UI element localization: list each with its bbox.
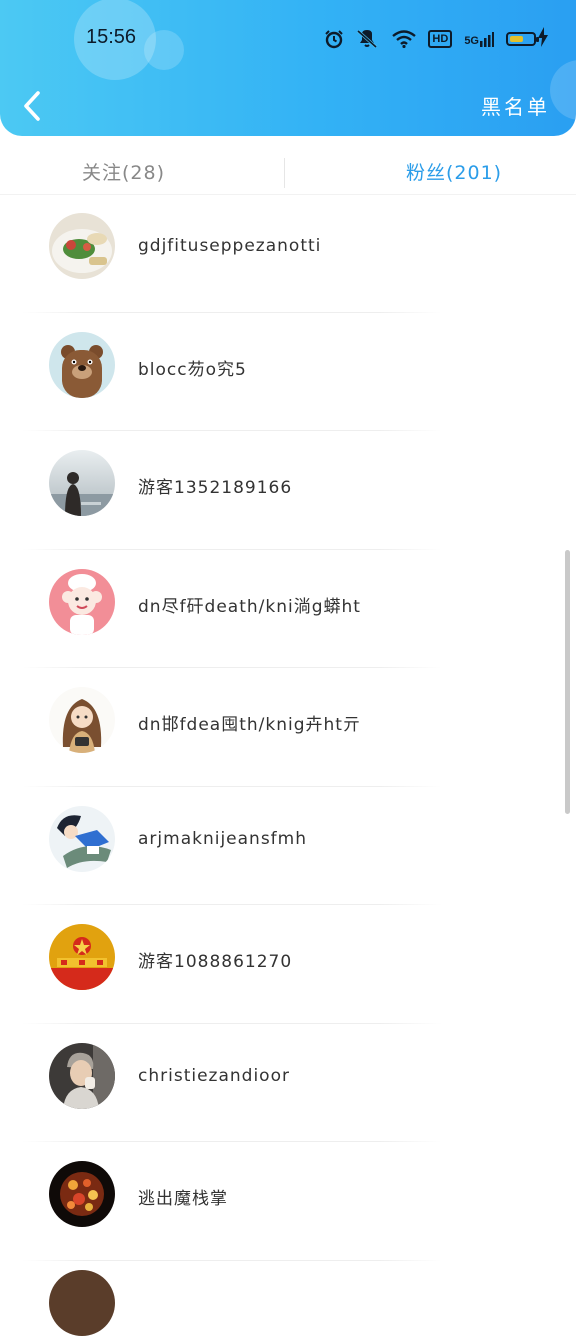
- status-time: 15:56: [86, 26, 137, 48]
- man-photo-avatar[interactable]: [49, 1042, 115, 1109]
- emblem-avatar[interactable]: [49, 924, 115, 990]
- fan-name: blocc芴o究5: [138, 359, 247, 380]
- follow-tabs: 关注(28) 粉丝(201): [0, 150, 576, 195]
- fans-list: gdjfituseppezanotti blocc芴o究5 游客13521891…: [0, 194, 576, 1261]
- fan-name: 游客1088861270: [138, 952, 293, 972]
- tab-following[interactable]: 关注(28): [82, 158, 165, 185]
- chevron-left-icon[interactable]: [18, 88, 48, 124]
- list-item[interactable]: 游客1352189166: [0, 431, 576, 550]
- blacklist-button[interactable]: 黑名单: [481, 91, 550, 120]
- status-icons: HD 5G: [324, 27, 539, 51]
- list-item[interactable]: blocc芴o究5: [0, 313, 576, 431]
- charging-icon: [538, 27, 548, 47]
- list-item[interactable]: christiezandioor: [0, 1024, 576, 1142]
- list-item[interactable]: gdjfituseppezanotti: [0, 194, 576, 313]
- food-plate-avatar[interactable]: [49, 213, 115, 279]
- bear-cartoon-avatar[interactable]: [49, 331, 115, 398]
- girl-silhouette-avatar[interactable]: [49, 450, 115, 516]
- list-item[interactable]: dn尽f矸death/kni淌g蟒ht: [0, 550, 576, 668]
- fan-name: 逃出魔栈掌: [138, 1189, 228, 1209]
- fan-name: 游客1352189166: [138, 478, 293, 498]
- alarm-icon: [325, 30, 344, 49]
- decor-bubble: [550, 60, 576, 120]
- signal-label: 5G: [464, 35, 479, 47]
- tab-divider: [284, 158, 285, 188]
- fan-name: arjmaknijeansfmh: [138, 828, 307, 849]
- hd-icon: HD: [428, 30, 453, 48]
- mute-icon: [357, 29, 378, 49]
- battery-fill: [510, 36, 523, 42]
- fan-name: christiezandioor: [138, 1065, 290, 1086]
- anime-boy-avatar[interactable]: [49, 805, 115, 872]
- list-item[interactable]: 游客1088861270: [0, 905, 576, 1024]
- signal-5g-icon: 5G: [464, 31, 494, 47]
- tab-fans[interactable]: 粉丝(201): [406, 158, 502, 185]
- wifi-icon: [392, 30, 417, 48]
- chef-cartoon-avatar[interactable]: [49, 568, 115, 635]
- signal-bars-icon: [480, 32, 494, 47]
- fan-name: dn邯fdea囤th/knig卉ht亓: [138, 715, 361, 735]
- list-item[interactable]: 逃出魔栈掌: [0, 1142, 576, 1261]
- app-header: 15:56 HD 5G 黑名单: [0, 0, 576, 136]
- anime-girl-avatar[interactable]: [49, 687, 115, 753]
- fan-name: dn尽f矸death/kni淌g蟒ht: [138, 596, 361, 617]
- decor-bubble: [144, 30, 184, 70]
- mosaic-lamp-avatar[interactable]: [49, 1161, 115, 1227]
- battery-icon: [506, 32, 539, 46]
- fan-name: gdjfituseppezanotti: [138, 236, 322, 256]
- scrollbar[interactable]: [565, 550, 570, 814]
- list-item[interactable]: arjmaknijeansfmh: [0, 787, 576, 905]
- row-divider: [22, 1259, 442, 1261]
- list-item[interactable]: dn邯fdea囤th/knig卉ht亓: [0, 668, 576, 787]
